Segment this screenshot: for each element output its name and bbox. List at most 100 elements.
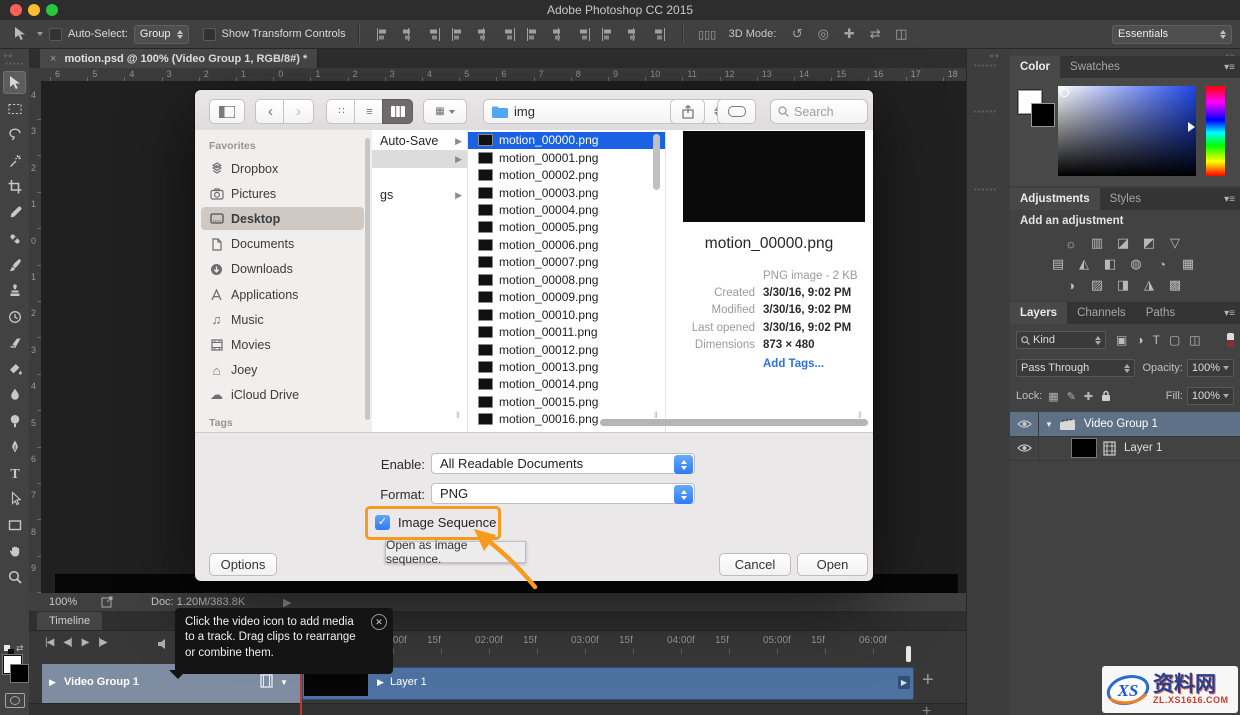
distribute-left-edges-icon[interactable]: [597, 24, 620, 44]
fill-value[interactable]: 100%: [1187, 387, 1234, 405]
align-vertical-centers-icon[interactable]: [472, 24, 495, 44]
file-row[interactable]: motion_00003.png: [468, 184, 665, 201]
file-row[interactable]: motion_00015.png: [468, 393, 665, 410]
rectangle-tool[interactable]: [3, 513, 26, 536]
zoom-window-button[interactable]: [46, 4, 58, 16]
panel-grip[interactable]: ▪▪▪▪▪▪: [974, 61, 997, 70]
file-row[interactable]: motion_00007.png: [468, 254, 665, 271]
path-selection-tool[interactable]: [3, 487, 26, 510]
folder-item-Auto-Save[interactable]: Auto-Save▶: [372, 132, 467, 150]
layer-filter-dropdown[interactable]: Kind: [1016, 331, 1106, 349]
lock-transparent-pixels-icon[interactable]: ▦: [1048, 390, 1058, 403]
pixel-layer-filter-icon[interactable]: ▣: [1116, 333, 1127, 347]
file-row[interactable]: motion_00009.png: [468, 289, 665, 306]
magic-wand-tool[interactable]: [3, 149, 26, 172]
adjustments-tab-styles[interactable]: Styles: [1100, 188, 1151, 210]
panel-menu-icon[interactable]: ▾≡: [1224, 62, 1235, 73]
color-tab-color[interactable]: Color: [1010, 56, 1060, 78]
dodge-tool[interactable]: [3, 409, 26, 432]
paint-bucket-tool[interactable]: [3, 357, 26, 380]
back-button[interactable]: ‹: [255, 99, 286, 124]
options-button[interactable]: Options: [209, 553, 277, 576]
panel-resize-grip[interactable]: ⋰: [1228, 175, 1237, 184]
timeline-tab[interactable]: Timeline: [37, 612, 102, 630]
crop-tool[interactable]: [3, 175, 26, 198]
type-tool[interactable]: T: [3, 461, 26, 484]
file-row[interactable]: motion_00001.png: [468, 149, 665, 166]
default-colors-icon[interactable]: [4, 645, 14, 655]
sidebar-item-documents[interactable]: Documents: [201, 233, 364, 256]
next-frame-button[interactable]: |▶: [98, 637, 106, 648]
pen-tool[interactable]: [3, 435, 26, 458]
export-status-icon[interactable]: [101, 595, 114, 608]
visibility-eye-icon[interactable]: [1010, 412, 1039, 436]
background-color-swatch[interactable]: [10, 664, 29, 683]
sidebar-item-dropbox[interactable]: Dropbox: [201, 157, 364, 180]
hue-saturation-icon[interactable]: ▤: [1047, 255, 1069, 273]
arrange-button[interactable]: ▦: [423, 99, 467, 124]
previous-frame-button[interactable]: ◀|: [63, 637, 71, 648]
folder-item-gs[interactable]: gs▶: [372, 186, 467, 204]
lock-all-icon[interactable]: [1101, 390, 1111, 403]
posterize-icon[interactable]: ▨: [1086, 276, 1108, 294]
sidebar-item-music[interactable]: ♫Music: [201, 308, 364, 331]
clip-transition-icon[interactable]: ▶: [898, 676, 910, 689]
tool-preset-chevron-icon[interactable]: [37, 32, 43, 36]
file-row[interactable]: motion_00008.png: [468, 271, 665, 288]
audio-mute-icon[interactable]: [157, 638, 171, 650]
clone-stamp-tool[interactable]: [3, 279, 26, 302]
sidebar-item-applications[interactable]: Applications: [201, 283, 364, 306]
format-dropdown[interactable]: PNG: [431, 483, 695, 504]
layer-thumbnail[interactable]: [1071, 438, 1097, 458]
hue-slider-marker[interactable]: [1188, 122, 1200, 132]
add-tags-link[interactable]: Add Tags...: [763, 358, 824, 370]
tags-button[interactable]: [717, 99, 756, 124]
sidebar-item-desktop[interactable]: Desktop: [201, 207, 364, 230]
panel-grip[interactable]: ▪▪▪▪▪: [5, 59, 24, 68]
file-row[interactable]: motion_00012.png: [468, 341, 665, 358]
quick-mask-mode-icon[interactable]: [5, 693, 25, 708]
3d-camera-icon[interactable]: ◫: [892, 24, 910, 44]
3d-slide-icon[interactable]: ⇄: [866, 24, 884, 44]
align-horizontal-centers-icon[interactable]: [397, 24, 420, 44]
distribute-top-edges-icon[interactable]: [522, 24, 545, 44]
smart-object-filter-icon[interactable]: ◫: [1189, 333, 1200, 347]
layers-tab-paths[interactable]: Paths: [1136, 302, 1185, 324]
layer-row-layer-1[interactable]: Layer 1: [1010, 436, 1240, 461]
add-media-chevron-icon[interactable]: ▼: [280, 678, 288, 687]
distribute-right-edges-icon[interactable]: [647, 24, 670, 44]
go-to-first-frame-button[interactable]: |◀: [45, 637, 53, 648]
adjustment-layer-filter-icon[interactable]: ◑: [1136, 333, 1143, 347]
disclosure-triangle-icon[interactable]: ▶: [49, 677, 56, 688]
layers-tab-layers[interactable]: Layers: [1010, 302, 1067, 324]
background-color-swatch[interactable]: [1031, 103, 1055, 127]
forward-button[interactable]: ›: [283, 99, 314, 124]
add-video-track-button[interactable]: +: [922, 669, 934, 692]
color-tab-swatches[interactable]: Swatches: [1060, 56, 1130, 78]
distribute-bottom-edges-icon[interactable]: [572, 24, 595, 44]
panel-menu-icon[interactable]: ▾≡: [1224, 308, 1235, 319]
video-clip-layer-1[interactable]: ▶ Layer 1 ▶: [302, 667, 914, 700]
visibility-eye-icon[interactable]: [1010, 436, 1039, 460]
cancel-button[interactable]: Cancel: [719, 553, 791, 576]
black-white-icon[interactable]: ◧: [1099, 255, 1121, 273]
color-picker-field[interactable]: [1058, 86, 1196, 176]
3d-pan-icon[interactable]: ✚: [840, 24, 858, 44]
eraser-tool[interactable]: [3, 331, 26, 354]
filter-toggle-icon[interactable]: [1227, 333, 1234, 347]
shape-layer-filter-icon[interactable]: ▢: [1169, 333, 1180, 347]
panel-grip[interactable]: ▪▪▪▪▪▪: [974, 107, 997, 116]
color-lookup-icon[interactable]: ▦: [1177, 255, 1199, 273]
lock-position-icon[interactable]: ✚: [1084, 390, 1093, 403]
open-button[interactable]: Open: [797, 553, 868, 576]
zoom-tool[interactable]: [3, 565, 26, 588]
move-tool[interactable]: [3, 71, 26, 94]
file-row[interactable]: motion_00006.png: [468, 236, 665, 253]
file-row[interactable]: motion_00000.png: [468, 132, 665, 149]
channel-mixer-icon[interactable]: ◔: [1151, 255, 1173, 273]
column-view-button[interactable]: [382, 99, 413, 124]
3d-orbit-icon[interactable]: ↺: [788, 24, 806, 44]
adjustments-tab-adjustments[interactable]: Adjustments: [1010, 188, 1100, 210]
sidebar-item-pictures[interactable]: Pictures: [201, 182, 364, 205]
play-button[interactable]: ▶: [82, 637, 89, 648]
